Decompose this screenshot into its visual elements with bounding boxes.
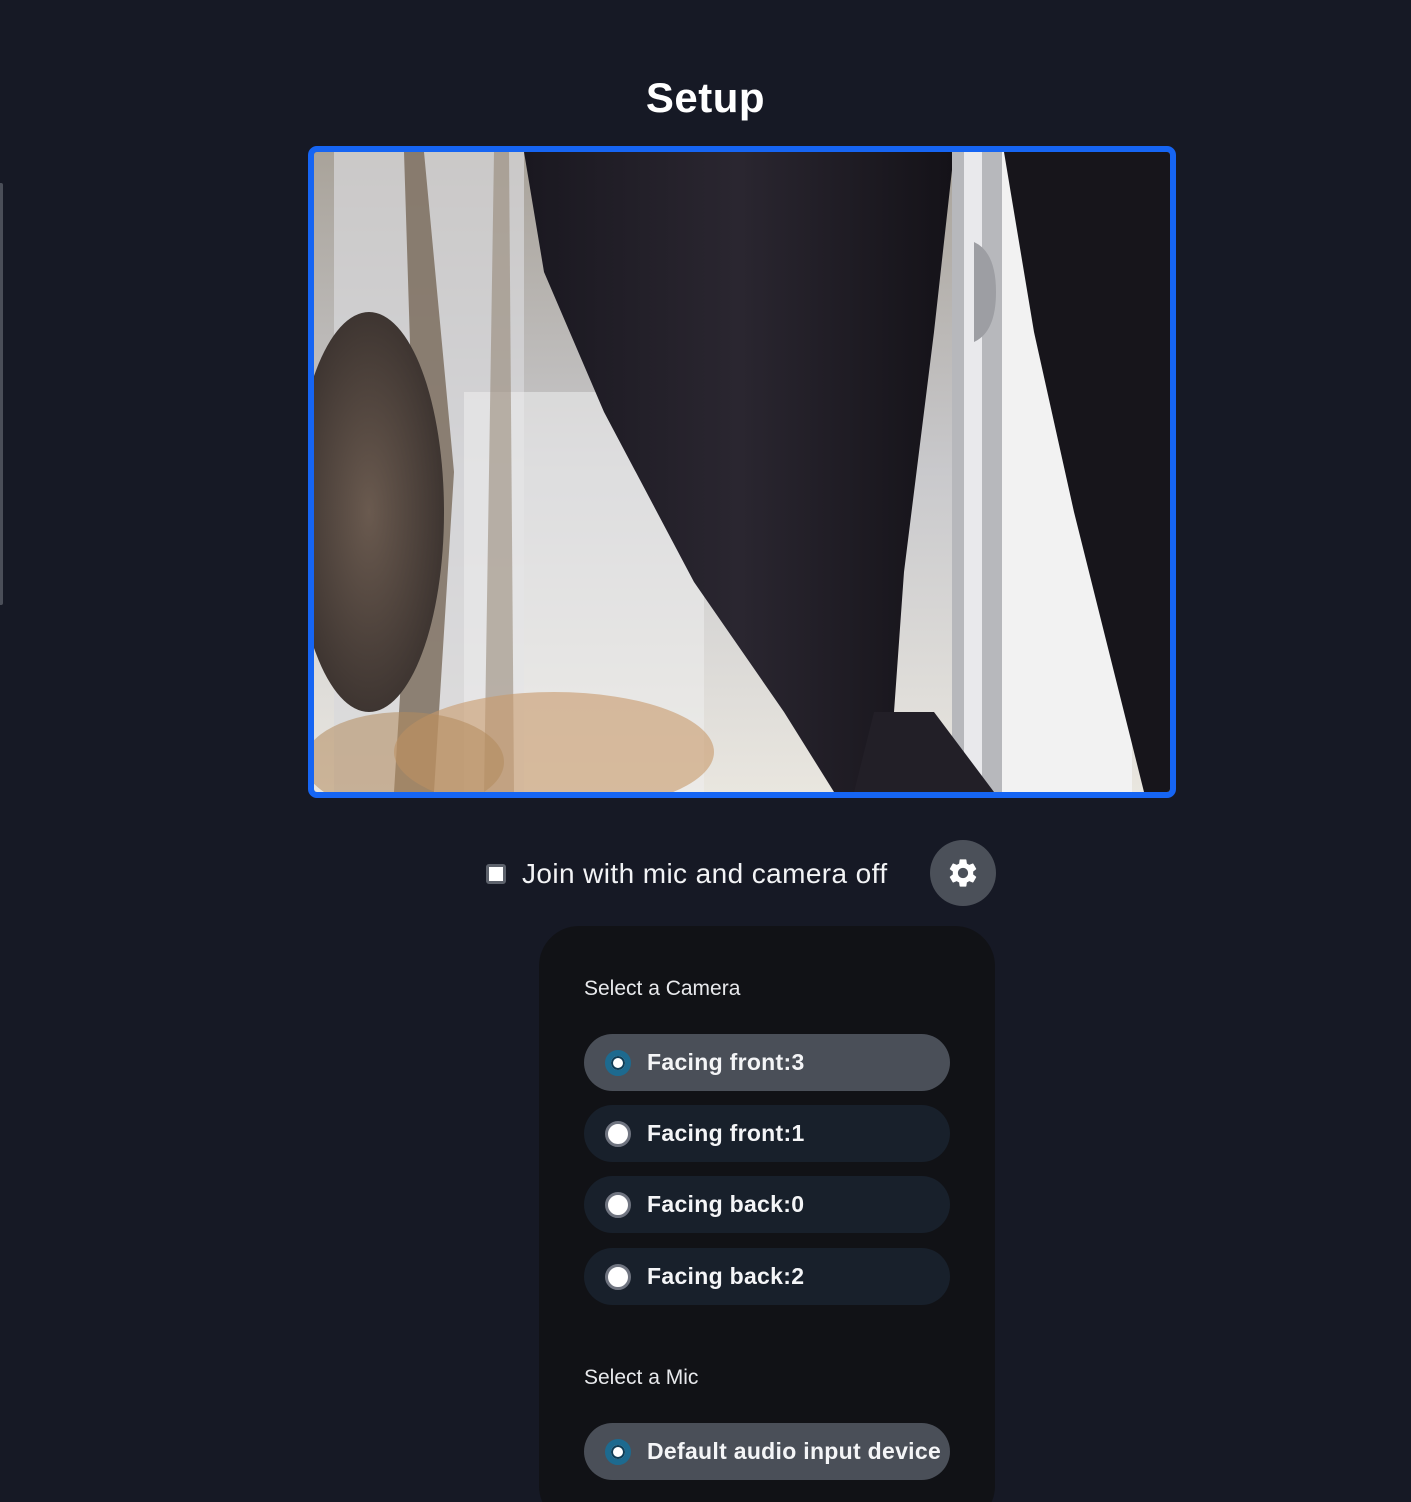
radio-selected-icon bbox=[605, 1438, 631, 1465]
device-settings-panel: Select a Camera Facing front:3 Facing fr… bbox=[539, 926, 995, 1502]
radio-unselected-icon bbox=[605, 1263, 631, 1290]
radio-unselected-icon bbox=[605, 1120, 631, 1147]
page-title: Setup bbox=[645, 74, 766, 121]
camera-option-facing-back-0[interactable]: Facing back:0 bbox=[584, 1176, 950, 1233]
mic-section-heading: Select a Mic bbox=[584, 1366, 699, 1389]
camera-option-label: Facing back:0 bbox=[647, 1191, 805, 1217]
settings-button[interactable] bbox=[930, 840, 996, 906]
camera-option-label: Facing front:1 bbox=[647, 1120, 805, 1146]
camera-option-facing-front-1[interactable]: Facing front:1 bbox=[584, 1105, 950, 1162]
mic-option-label: Default audio input device bbox=[647, 1438, 942, 1464]
camera-option-label: Facing back:2 bbox=[647, 1263, 805, 1289]
radio-selected-icon bbox=[605, 1049, 631, 1076]
camera-section-heading: Select a Camera bbox=[584, 977, 741, 1000]
radio-unselected-icon bbox=[605, 1191, 631, 1218]
gear-icon bbox=[949, 859, 977, 887]
join-muted-label: Join with mic and camera off bbox=[522, 858, 888, 889]
setup-page: Setup Join with mic and camera off Selec… bbox=[0, 0, 1411, 1502]
side-handle[interactable] bbox=[0, 183, 3, 605]
camera-option-facing-back-2[interactable]: Facing back:2 bbox=[584, 1248, 950, 1305]
camera-preview-image bbox=[314, 152, 1170, 792]
mic-option-default[interactable]: Default audio input device bbox=[584, 1423, 950, 1480]
camera-preview bbox=[308, 146, 1176, 798]
camera-option-facing-front-3[interactable]: Facing front:3 bbox=[584, 1034, 950, 1091]
join-muted-checkbox[interactable] bbox=[486, 864, 506, 884]
camera-option-label: Facing front:3 bbox=[647, 1049, 805, 1075]
join-muted-option[interactable]: Join with mic and camera off bbox=[486, 840, 888, 908]
